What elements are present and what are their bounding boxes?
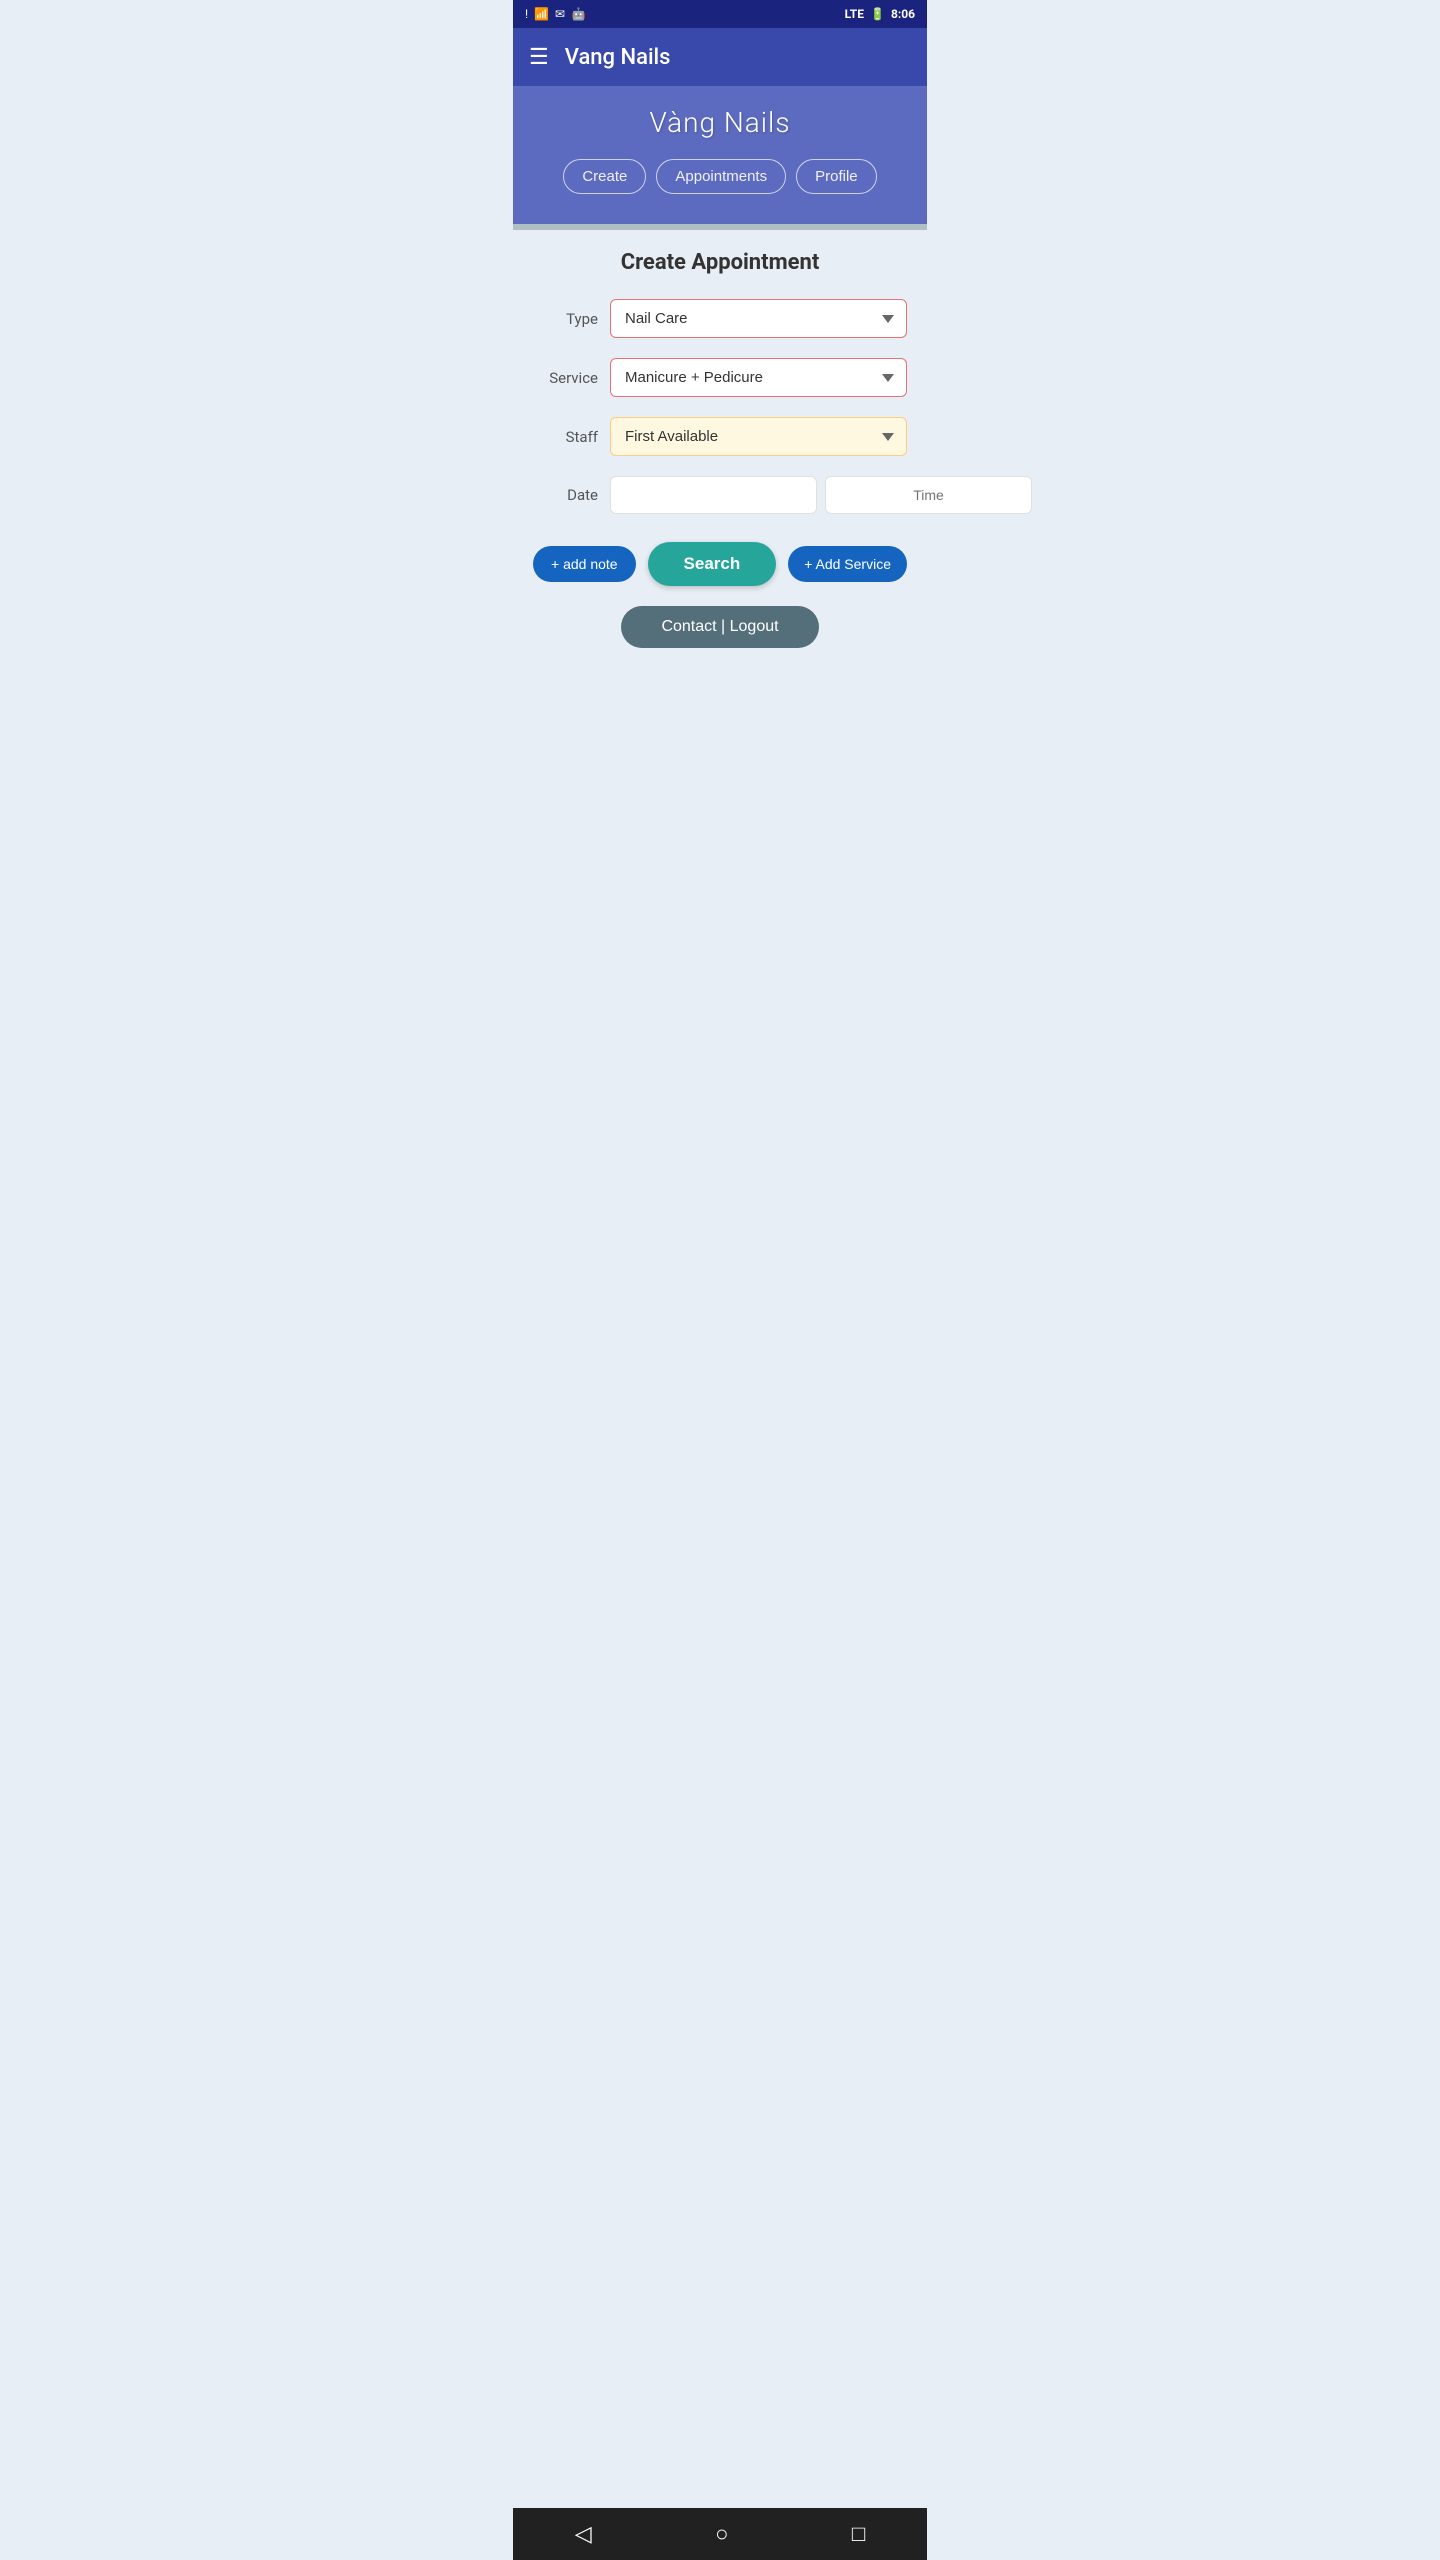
time-display: 8:06 [891,7,915,21]
service-select[interactable]: Manicure + Pedicure Manicure Pedicure Ge… [610,358,907,397]
home-nav-icon[interactable]: ○ [715,2521,728,2547]
app-title: Vang Nails [565,45,671,70]
bottom-actions: + add note Search + Add Service [533,542,907,586]
type-label: Type [533,310,598,328]
back-nav-icon[interactable]: ◁ [575,2522,592,2547]
main-content: Create Appointment Type Nail Care Hair C… [513,230,927,678]
time-input[interactable] [825,476,1032,514]
service-row: Service Manicure + Pedicure Manicure Ped… [533,358,907,397]
battery-icon: 🔋 [870,7,885,21]
status-bar: ! 📶 ✉ 🤖 LTE 🔋 8:06 [513,0,927,28]
service-label: Service [533,369,598,387]
appointments-button[interactable]: Appointments [656,159,786,194]
create-button[interactable]: Create [563,159,646,194]
contact-logout-button[interactable]: Contact | Logout [621,606,818,648]
recent-nav-icon[interactable]: □ [852,2521,865,2547]
header-section: Vàng Nails Create Appointments Profile [513,86,927,224]
date-row: Date [533,476,907,514]
salon-name: Vàng Nails [529,106,911,139]
add-note-button[interactable]: + add note [533,546,636,582]
nav-buttons-group: Create Appointments Profile [529,159,911,194]
bottom-nav-bar: ◁ ○ □ [513,2508,927,2560]
staff-row: Staff First Available Staff 1 Staff 2 [533,417,907,456]
android-icon: 🤖 [571,7,586,21]
date-inputs-group [610,476,1032,514]
message-icon: ✉ [555,7,565,21]
notification-icon: ! [525,7,528,21]
search-button[interactable]: Search [648,542,777,586]
date-label: Date [533,486,598,504]
signal-icon: 📶 [534,7,549,21]
status-right-info: LTE 🔋 8:06 [845,7,915,21]
add-service-button[interactable]: + Add Service [788,546,907,582]
network-type: LTE [845,7,864,21]
form-title: Create Appointment [533,250,907,275]
staff-label: Staff [533,428,598,446]
contact-logout-section: Contact | Logout [533,606,907,648]
profile-button[interactable]: Profile [796,159,877,194]
type-row: Type Nail Care Hair Care Skin Care [533,299,907,338]
staff-select[interactable]: First Available Staff 1 Staff 2 [610,417,907,456]
type-select[interactable]: Nail Care Hair Care Skin Care [610,299,907,338]
top-nav-bar: ☰ Vang Nails [513,28,927,86]
hamburger-menu-icon[interactable]: ☰ [529,45,549,70]
status-left-icons: ! 📶 ✉ 🤖 [525,7,586,21]
date-input[interactable] [610,476,817,514]
